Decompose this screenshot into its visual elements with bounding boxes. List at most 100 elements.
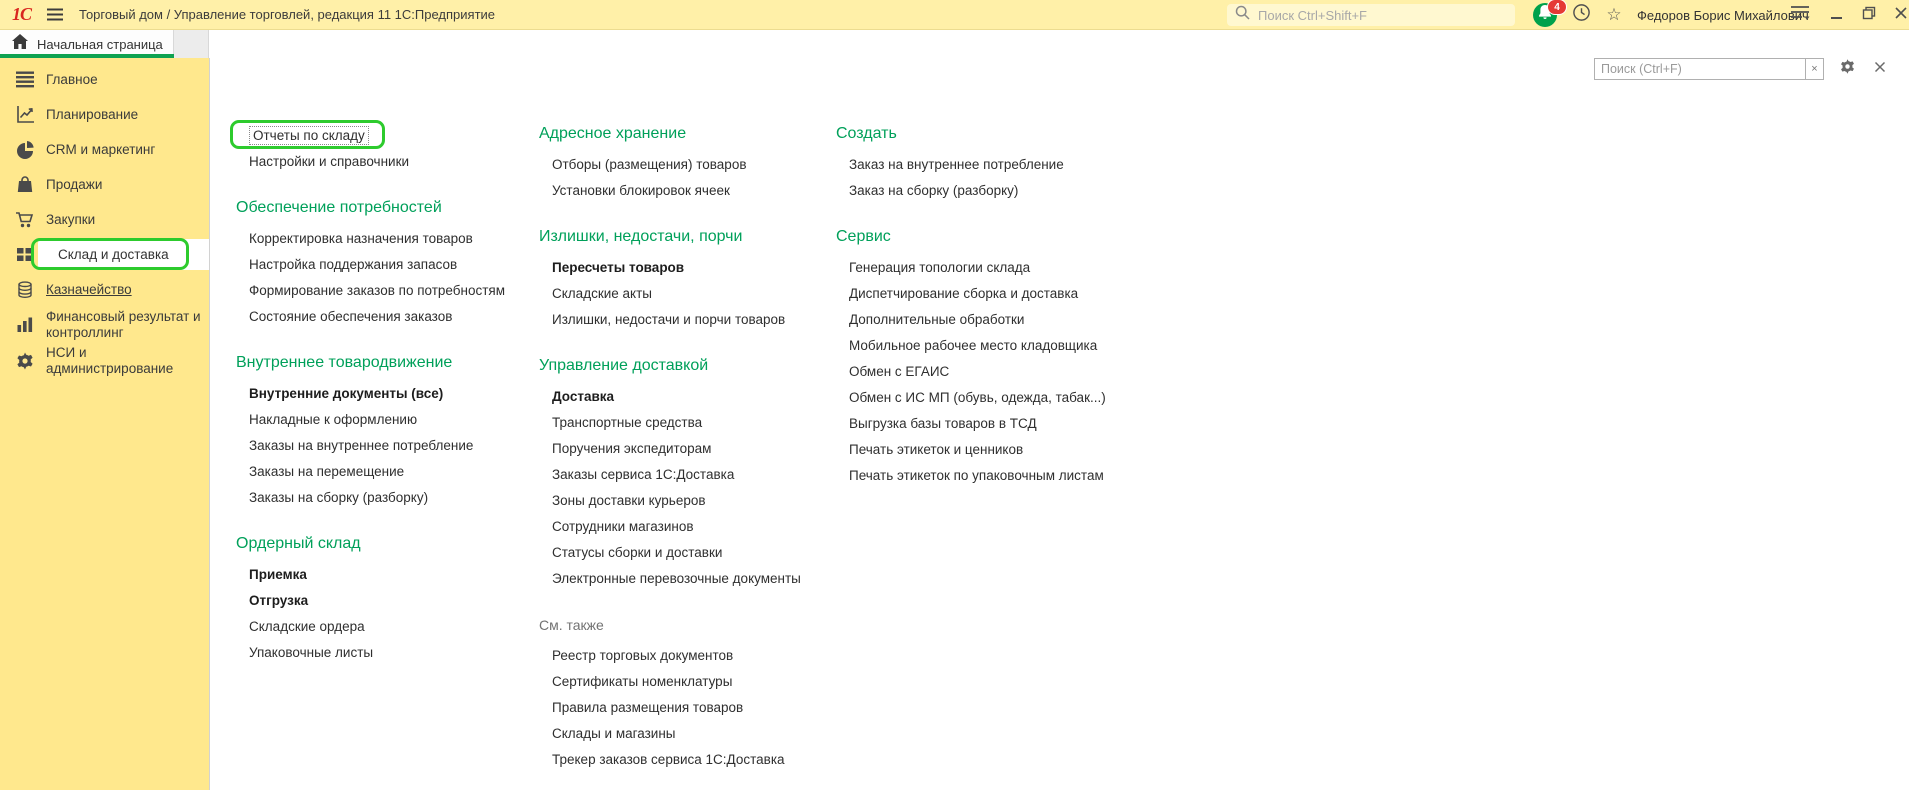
command-link[interactable]: Заказ на внутреннее потребление: [836, 152, 1138, 178]
main-menu-icon: [14, 70, 36, 90]
sidebar-item[interactable]: Казначейство: [0, 272, 209, 307]
panel-column: Создать Заказ на внутреннее потреблениеЗа…: [836, 123, 1138, 489]
sidebar-item[interactable]: Закупки: [0, 202, 209, 237]
sections-panel: Главное Планирование CRM и маркетинг Продаж…: [0, 58, 210, 790]
command-link[interactable]: Установки блокировок ячеек: [539, 178, 841, 204]
command-link[interactable]: Отчеты по складу: [236, 123, 538, 149]
minimize-button[interactable]: [1826, 5, 1848, 25]
command-link[interactable]: Печать этикеток по упаковочным листам: [836, 463, 1138, 489]
command-link[interactable]: Заказы на внутреннее потребление: [236, 433, 538, 459]
command-link[interactable]: Излишки, недостачи и порчи товаров: [539, 307, 841, 333]
sidebar-item-label: Финансовый результат и контроллинг: [46, 309, 203, 341]
sidebar-item[interactable]: Планирование: [0, 97, 209, 132]
crm-icon: [14, 140, 36, 160]
command-link[interactable]: Отгрузка: [236, 588, 538, 614]
command-link[interactable]: Накладные к оформлению: [236, 407, 538, 433]
restore-button[interactable]: [1858, 5, 1880, 25]
user-menu[interactable]: Федоров Борис Михайлович: [1637, 8, 1809, 23]
sidebar-item[interactable]: Склад и доставка: [0, 237, 209, 272]
command-link[interactable]: Отборы (размещения) товаров: [539, 152, 841, 178]
home-icon: [12, 34, 28, 54]
command-link[interactable]: Выгрузка базы товаров в ТСД: [836, 411, 1138, 437]
command-link[interactable]: Пересчеты товаров: [539, 255, 841, 281]
command-link[interactable]: Внутренние документы (все): [236, 381, 538, 407]
command-link[interactable]: Мобильное рабочее место кладовщика: [836, 333, 1138, 359]
titlebar: 1С Торговый дом / Управление торговлей, …: [0, 0, 1909, 30]
favorites-button[interactable]: ☆: [1603, 5, 1625, 25]
search-icon: [1235, 5, 1250, 25]
section-header: Создать: [836, 123, 1138, 145]
sidebar-item-label: Планирование: [46, 107, 138, 123]
command-link[interactable]: Транспортные средства: [539, 410, 841, 436]
command-link[interactable]: Генерация топологии склада: [836, 255, 1138, 281]
command-link[interactable]: Заказы на перемещение: [236, 459, 538, 485]
sidebar-item-label: CRM и маркетинг: [46, 142, 155, 158]
command-link[interactable]: Сотрудники магазинов: [539, 514, 841, 540]
command-link[interactable]: Состояние обеспечения заказов: [236, 304, 538, 330]
settings-gear-button[interactable]: [1837, 58, 1857, 80]
sidebar-item-label: НСИ и администрирование: [46, 345, 203, 377]
sidebar-item-label: Главное: [46, 72, 98, 88]
panel-search-input[interactable]: [1594, 58, 1806, 80]
clear-search-button[interactable]: ×: [1806, 58, 1824, 80]
global-search-input[interactable]: [1256, 7, 1507, 24]
command-link[interactable]: Диспетчирование сборка и доставка: [836, 281, 1138, 307]
close-panel-button[interactable]: [1870, 58, 1890, 80]
sidebar-item[interactable]: Финансовый результат и контроллинг: [0, 307, 209, 343]
active-tab-indicator: [0, 54, 174, 58]
command-link[interactable]: Упаковочные листы: [236, 640, 538, 666]
functions-menu-button[interactable]: [1789, 5, 1811, 25]
sidebar-item[interactable]: Продажи: [0, 167, 209, 202]
command-link[interactable]: Склады и магазины: [539, 721, 841, 747]
command-link[interactable]: Трекер заказов сервиса 1С:Доставка: [539, 747, 841, 773]
section-header: Сервис: [836, 226, 1138, 248]
command-link[interactable]: Приемка: [236, 562, 538, 588]
command-link[interactable]: Дополнительные обработки: [836, 307, 1138, 333]
section-header: Адресное хранение: [539, 123, 841, 145]
command-link[interactable]: Поручения экспедиторам: [539, 436, 841, 462]
sidebar-item-label: Закупки: [46, 212, 95, 228]
command-link[interactable]: Формирование заказов по потребностям: [236, 278, 538, 304]
command-link[interactable]: Статусы сборки и доставки: [539, 540, 841, 566]
sidebar-item-label: Казначейство: [46, 282, 132, 298]
sidebar-item[interactable]: Главное: [0, 62, 209, 97]
section-header: Излишки, недостачи, порчи: [539, 226, 841, 248]
window-title: Торговый дом / Управление торговлей, ред…: [79, 7, 495, 22]
panel-toolbar: ×: [1594, 57, 1890, 81]
history-button[interactable]: [1570, 5, 1592, 25]
section-header: См. также: [539, 614, 841, 636]
gear-icon: [1839, 58, 1856, 80]
sales-icon: [14, 175, 36, 195]
command-link[interactable]: Печать этикеток и ценников: [836, 437, 1138, 463]
command-link[interactable]: Заказы на сборку (разборку): [236, 485, 538, 511]
command-link[interactable]: Доставка: [539, 384, 841, 410]
notification-badge: 4: [1547, 0, 1567, 15]
command-link[interactable]: Сертификаты номенклатуры: [539, 669, 841, 695]
global-search[interactable]: [1227, 4, 1515, 26]
command-link[interactable]: Заказы сервиса 1С:Доставка: [539, 462, 841, 488]
command-link[interactable]: Заказ на сборку (разборку): [836, 178, 1138, 204]
command-link[interactable]: Обмен с ЕГАИС: [836, 359, 1138, 385]
tab-stub: [174, 30, 209, 58]
command-link[interactable]: Настройки и справочники: [236, 149, 538, 175]
sidebar-item[interactable]: НСИ и администрирование: [0, 343, 209, 379]
section-header: Обеспечение потребностей: [236, 197, 538, 219]
section-header: Внутреннее товародвижение: [236, 352, 538, 374]
minimize-icon: [1830, 6, 1844, 25]
command-link[interactable]: Корректировка назначения товаров: [236, 226, 538, 252]
command-link[interactable]: Правила размещения товаров: [539, 695, 841, 721]
hamburger-menu-icon[interactable]: [47, 8, 63, 21]
command-link[interactable]: Настройка поддержания запасов: [236, 252, 538, 278]
command-link[interactable]: Складские ордера: [236, 614, 538, 640]
command-link[interactable]: Обмен с ИС МП (обувь, одежда, табак...): [836, 385, 1138, 411]
sidebar-item[interactable]: CRM и маркетинг: [0, 132, 209, 167]
section-header: Ордерный склад: [236, 533, 538, 555]
command-link[interactable]: Реестр торговых документов: [539, 643, 841, 669]
purchases-icon: [14, 210, 36, 230]
section-header: Управление доставкой: [539, 355, 841, 377]
command-link[interactable]: Электронные перевозочные документы: [539, 566, 841, 592]
close-window-button[interactable]: [1890, 5, 1909, 25]
command-link[interactable]: Складские акты: [539, 281, 841, 307]
command-link[interactable]: Зоны доставки курьеров: [539, 488, 841, 514]
close-icon: [1894, 6, 1908, 25]
